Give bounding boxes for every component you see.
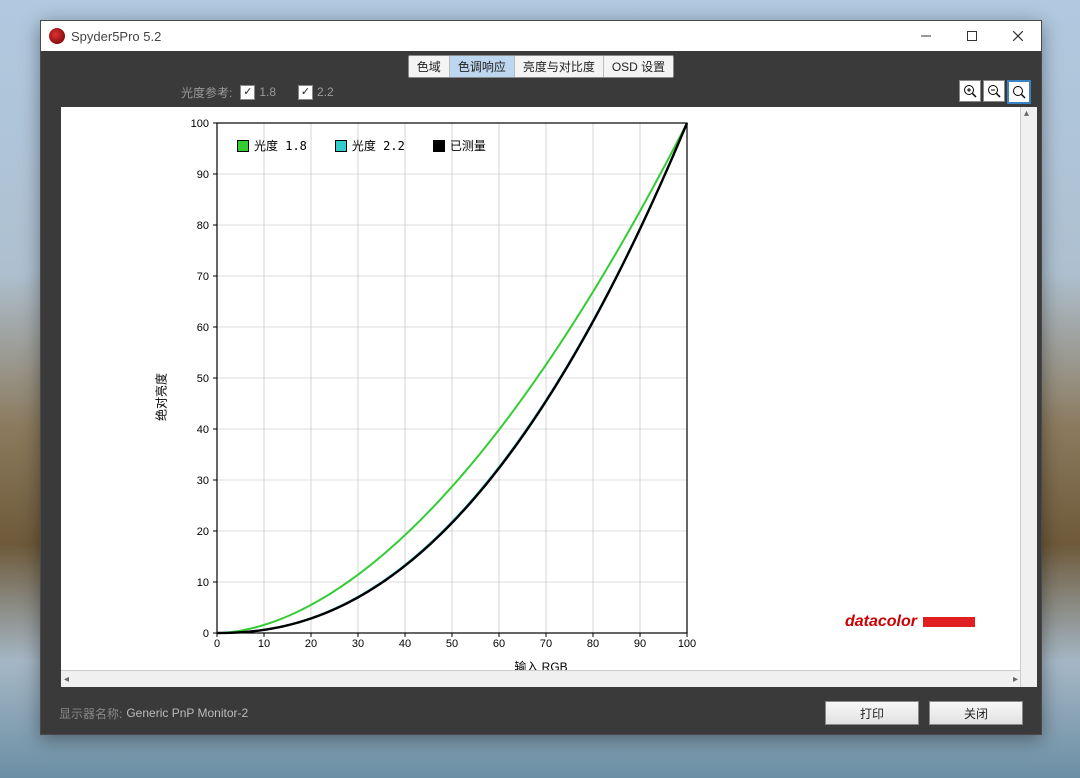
svg-text:100: 100 [191, 118, 209, 130]
gamma-ref-label: 光度参考: [181, 84, 232, 101]
svg-text:80: 80 [587, 638, 599, 650]
chart-panel: 00 10 10 20 20 30 30 40 40 50 50 60 60 70 70 80 80 90 90 10… [61, 107, 1021, 687]
svg-text:0: 0 [203, 628, 209, 640]
titlebar[interactable]: Spyder5Pro 5.2 [41, 21, 1041, 52]
app-icon [49, 28, 65, 44]
legend-label-18: 光度 1.8 [254, 137, 307, 154]
display-name-label: 显示器名称: [59, 705, 122, 722]
svg-text:10: 10 [197, 577, 209, 589]
close-icon [1013, 31, 1023, 41]
svg-text:50: 50 [197, 373, 209, 385]
client-area: 色域 色调响应 亮度与对比度 OSD 设置 光度参考: 1.8 2.2 [41, 51, 1041, 734]
svg-text:90: 90 [634, 638, 646, 650]
gamma-18-checkbox[interactable] [240, 85, 255, 100]
vertical-scrollbar[interactable] [1020, 107, 1037, 687]
minimize-button[interactable] [903, 21, 949, 51]
chart-legend: 光度 1.8 光度 2.2 已测量 [237, 137, 486, 154]
legend-item-22: 光度 2.2 [335, 137, 405, 154]
footer: 显示器名称: Generic PnP Monitor-2 打印 关闭 [41, 692, 1041, 734]
svg-text:40: 40 [399, 638, 411, 650]
svg-text:60: 60 [197, 322, 209, 334]
brand-bar [923, 617, 975, 627]
tab-brightness-contrast[interactable]: 亮度与对比度 [515, 56, 604, 77]
zoom-in-button[interactable] [959, 80, 981, 102]
horizontal-scrollbar[interactable]: ◂▸ [61, 670, 1021, 687]
brand-mark: datacolor [845, 613, 975, 631]
tab-gamut[interactable]: 色域 [409, 56, 450, 77]
print-button[interactable]: 打印 [825, 701, 919, 725]
svg-text:20: 20 [197, 526, 209, 538]
gamma-22-checkbox[interactable] [298, 85, 313, 100]
close-button[interactable] [995, 21, 1041, 51]
svg-text:10: 10 [258, 638, 270, 650]
svg-text:90: 90 [197, 169, 209, 181]
close-panel-button[interactable]: 关闭 [929, 701, 1023, 725]
tab-osd-settings[interactable]: OSD 设置 [604, 56, 673, 77]
svg-text:20: 20 [305, 638, 317, 650]
svg-text:70: 70 [197, 271, 209, 283]
svg-text:30: 30 [197, 475, 209, 487]
zoom-out-button[interactable] [983, 80, 1005, 102]
maximize-button[interactable] [949, 21, 995, 51]
zoom-reset-button[interactable] [1007, 80, 1031, 104]
display-name-value: Generic PnP Monitor-2 [126, 706, 248, 720]
app-window: Spyder5Pro 5.2 色域 色调响应 亮度与对比度 OSD 设置 [40, 20, 1042, 735]
svg-text:70: 70 [540, 638, 552, 650]
legend-item-18: 光度 1.8 [237, 137, 307, 154]
gamma-22-value: 2.2 [317, 85, 334, 99]
svg-text:0: 0 [214, 638, 220, 650]
svg-text:50: 50 [446, 638, 458, 650]
maximize-icon [967, 31, 977, 41]
tab-tone-response[interactable]: 色调响应 [450, 56, 515, 77]
zoom-reset-icon [1012, 85, 1026, 99]
svg-text:80: 80 [197, 220, 209, 232]
svg-text:30: 30 [352, 638, 364, 650]
window-title: Spyder5Pro 5.2 [71, 29, 161, 44]
zoom-in-icon [963, 84, 977, 98]
legend-label-measured: 已测量 [450, 137, 486, 154]
svg-text:60: 60 [493, 638, 505, 650]
brand-text: datacolor [845, 613, 917, 631]
legend-label-22: 光度 2.2 [352, 137, 405, 154]
y-axis-title: 绝对亮度 [153, 373, 170, 421]
zoom-out-icon [987, 84, 1001, 98]
svg-text:100: 100 [678, 638, 696, 650]
legend-item-measured: 已测量 [433, 137, 486, 154]
tabs-row: 色域 色调响应 亮度与对比度 OSD 设置 [41, 51, 1041, 79]
svg-text:40: 40 [197, 424, 209, 436]
gamma-18-value: 1.8 [259, 85, 276, 99]
toolbar: 光度参考: 1.8 2.2 [41, 79, 1041, 105]
minimize-icon [921, 31, 931, 41]
tab-strip: 色域 色调响应 亮度与对比度 OSD 设置 [408, 55, 674, 78]
tone-response-chart[interactable]: 00 10 10 20 20 30 30 40 40 50 50 60 60 70 70 80 80 90 90 10… [67, 113, 1011, 665]
